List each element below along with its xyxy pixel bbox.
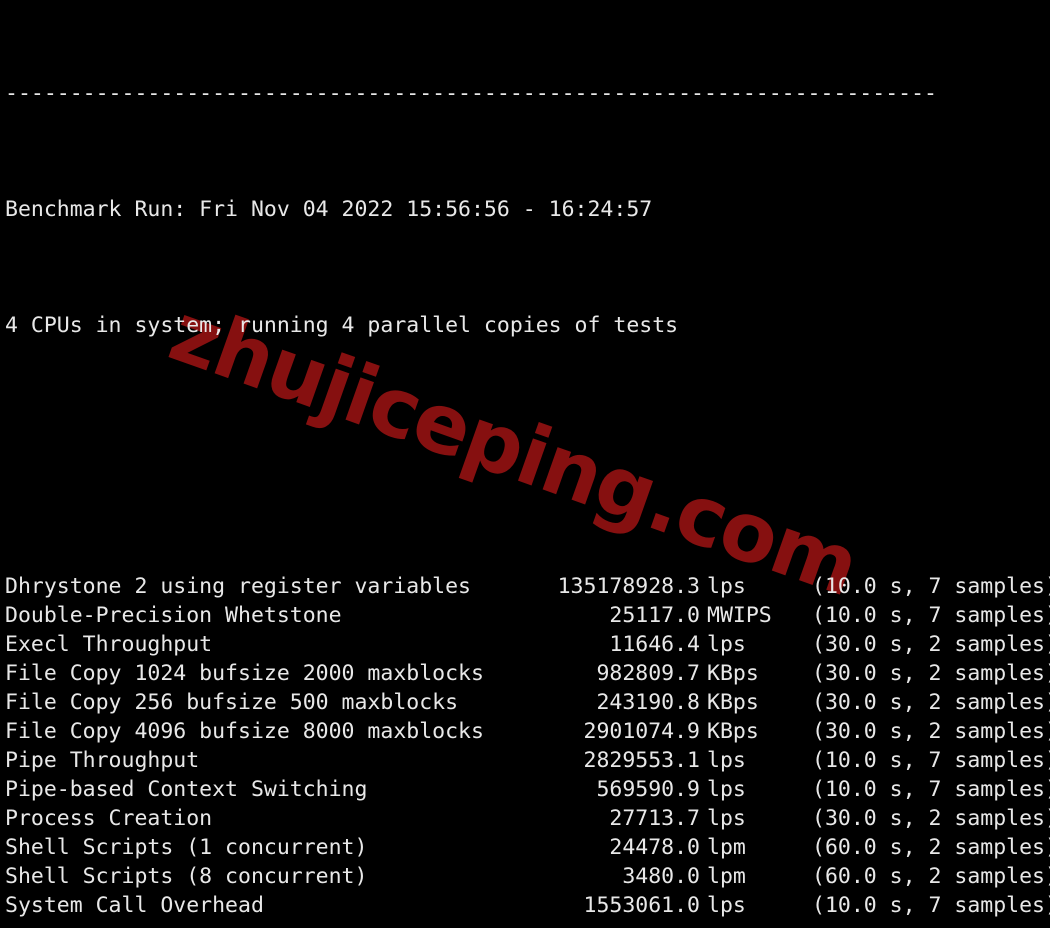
raw-result-row: Pipe-based Context Switching 569590.9 lps (…: [0, 775, 1050, 804]
raw-result-name: Pipe-based Context Switching: [5, 777, 368, 802]
cpu-info-line: 4 CPUs in system; running 4 parallel cop…: [5, 313, 679, 338]
raw-result-value: 11646.4: [609, 632, 700, 657]
raw-result-timing: (30.0 s, 2 samples): [812, 719, 1050, 744]
raw-result-timing: (10.0 s, 7 samples): [812, 777, 1050, 802]
raw-result-row: Pipe Throughput 2829553.1 lps (10.0 s, 7 sa…: [0, 746, 1050, 775]
raw-result-value: 2829553.1: [583, 748, 701, 773]
raw-result-value: 2901074.9: [583, 719, 701, 744]
raw-result-name: Execl Throughput: [5, 632, 213, 657]
raw-result-unit: lpm: [707, 835, 746, 860]
raw-result-timing: (30.0 s, 2 samples): [812, 661, 1050, 686]
raw-result-row: System Call Overhead 1553061.0 lps (10.0 s,…: [0, 891, 1050, 920]
raw-result-timing: (30.0 s, 2 samples): [812, 690, 1050, 715]
raw-result-row: Shell Scripts (1 concurrent) 24478.0 lpm (6…: [0, 833, 1050, 862]
raw-result-row: Execl Throughput 11646.4 lps (30.0 s, 2 sam…: [0, 630, 1050, 659]
raw-result-name: Shell Scripts (1 concurrent): [5, 835, 368, 860]
raw-result-name: System Call Overhead: [5, 893, 264, 918]
raw-result-unit: lps: [707, 777, 746, 802]
benchmark-run-line: Benchmark Run: Fri Nov 04 2022 15:56:56 …: [5, 197, 653, 222]
raw-result-name: Pipe Throughput: [5, 748, 200, 773]
raw-result-unit: KBps: [707, 690, 759, 715]
terminal-text-output: ----------------------------------------…: [0, 0, 1050, 928]
raw-result-timing: (30.0 s, 2 samples): [812, 632, 1050, 657]
raw-result-unit: lps: [707, 632, 746, 657]
raw-result-row: Dhrystone 2 using register variables 1351…: [0, 572, 1050, 601]
raw-result-name: Process Creation: [5, 806, 213, 831]
raw-result-timing: (10.0 s, 7 samples): [812, 748, 1050, 773]
raw-result-name: File Copy 256 bufsize 500 maxblocks: [5, 690, 459, 715]
raw-result-value: 982809.7: [596, 661, 700, 686]
raw-result-row: File Copy 256 bufsize 500 maxblocks 24319…: [0, 688, 1050, 717]
top-separator-rule: ----------------------------------------…: [5, 81, 937, 106]
raw-result-value: 243190.8: [596, 690, 700, 715]
terminal-window: zhujiceping.com ------------------------…: [0, 0, 1050, 928]
raw-result-name: Double-Precision Whetstone: [5, 603, 342, 628]
raw-result-timing: (10.0 s, 7 samples): [812, 574, 1050, 599]
raw-result-timing: (60.0 s, 2 samples): [812, 864, 1050, 889]
raw-result-value: 1553061.0: [583, 893, 701, 918]
raw-result-row: File Copy 4096 bufsize 8000 maxblocks 290…: [0, 717, 1050, 746]
raw-result-value: 25117.0: [609, 603, 700, 628]
raw-result-unit: lps: [707, 893, 746, 918]
raw-result-value: 135178928.3: [557, 574, 700, 599]
raw-result-timing: (10.0 s, 7 samples): [812, 603, 1050, 628]
raw-result-value: 3480.0: [622, 864, 700, 889]
raw-result-unit: MWIPS: [707, 603, 772, 628]
raw-result-row: File Copy 1024 bufsize 2000 maxblocks 982…: [0, 659, 1050, 688]
raw-result-value: 569590.9: [596, 777, 700, 802]
raw-result-row: Double-Precision Whetstone 25117.0 MWIPS (1…: [0, 601, 1050, 630]
raw-result-value: 27713.7: [609, 806, 700, 831]
raw-result-name: Shell Scripts (8 concurrent): [5, 864, 368, 889]
raw-result-timing: (10.0 s, 7 samples): [812, 893, 1050, 918]
raw-result-unit: KBps: [707, 719, 759, 744]
raw-results-block: Dhrystone 2 using register variables 1351…: [0, 572, 1050, 920]
raw-result-unit: lps: [707, 574, 746, 599]
raw-result-unit: lps: [707, 748, 746, 773]
raw-result-value: 24478.0: [609, 835, 700, 860]
raw-result-timing: (30.0 s, 2 samples): [812, 806, 1050, 831]
raw-result-timing: (60.0 s, 2 samples): [812, 835, 1050, 860]
raw-result-row: Process Creation 27713.7 lps (30.0 s, 2 sam…: [0, 804, 1050, 833]
raw-result-unit: lps: [707, 806, 746, 831]
raw-result-unit: KBps: [707, 661, 759, 686]
raw-result-row: Shell Scripts (8 concurrent) 3480.0 lpm (60…: [0, 862, 1050, 891]
raw-result-unit: lpm: [707, 864, 746, 889]
